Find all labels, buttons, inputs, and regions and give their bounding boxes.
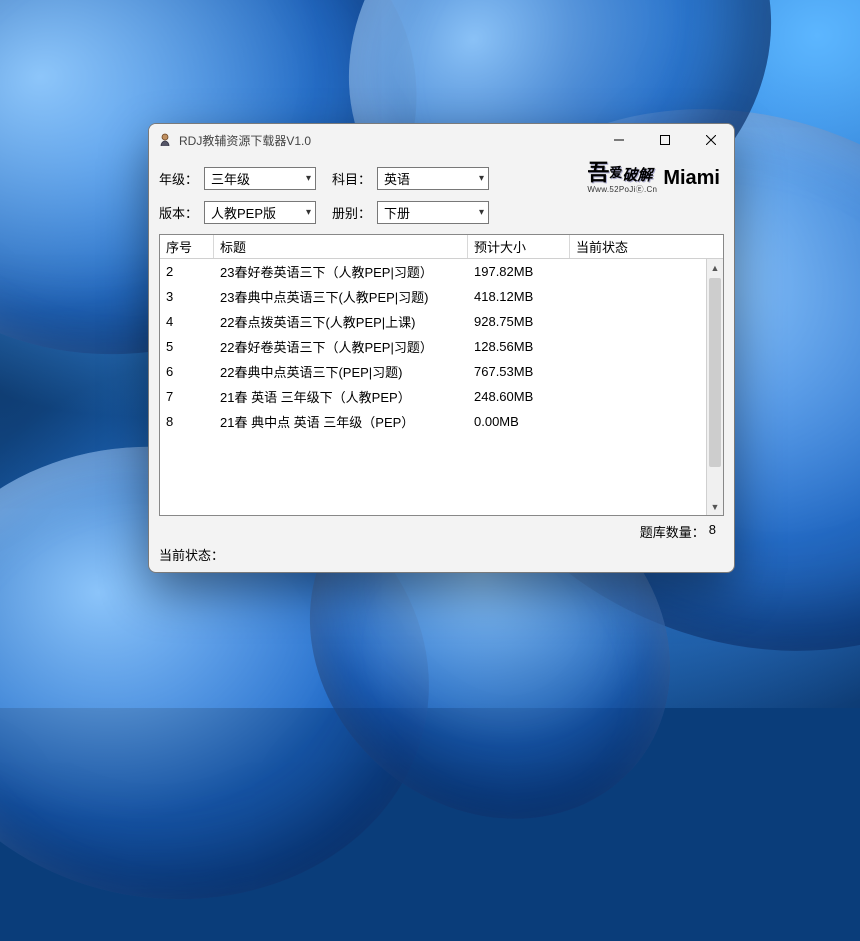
maximize-button[interactable] [642,124,688,156]
count-value: 8 [709,522,716,541]
count-label: 题库数量： [640,522,705,541]
volume-label: 册别： [332,203,371,222]
scroll-track[interactable] [707,276,723,498]
app-window: RDJ教辅资源下载器V1.0 年级： 三年级 ▾ 科目： 英语 ▾ [148,123,735,573]
volume-value: 下册 [384,203,475,222]
cell-size: 767.53MB [468,364,570,379]
cell-title: 22春好卷英语三下（人教PEP|习题） [214,337,468,356]
vertical-scrollbar[interactable]: ▲ ▼ [706,259,723,515]
col-state[interactable]: 当前状态 [570,235,698,258]
chevron-down-icon: ▾ [479,207,484,218]
scroll-up-icon[interactable]: ▲ [707,259,723,276]
cell-num: 6 [160,364,214,379]
col-size[interactable]: 预计大小 [468,235,570,258]
table-row[interactable]: 323春典中点英语三下(人教PEP|习题)418.12MB [160,284,723,309]
cell-num: 4 [160,314,214,329]
cell-title: 21春 英语 三年级下（人教PEP） [214,387,468,406]
grade-value: 三年级 [211,169,302,188]
status-label: 当前状态： [159,545,224,564]
grade-select[interactable]: 三年级 ▾ [204,167,316,190]
minimize-icon [614,135,624,145]
cell-num: 8 [160,414,214,429]
cell-size: 418.12MB [468,289,570,304]
client-area: 年级： 三年级 ▾ 科目： 英语 ▾ 吾爱破解 Www.52PoJiⒺ.Cn M… [149,156,734,572]
app-icon [157,132,173,148]
filter-row-2: 版本： 人教PEP版 ▾ 册别： 下册 ▾ [159,201,724,224]
cell-size: 248.60MB [468,389,570,404]
cell-size: 0.00MB [468,414,570,429]
cell-num: 7 [160,389,214,404]
chevron-down-icon: ▾ [306,207,311,218]
edition-value: 人教PEP版 [211,203,302,222]
subject-select[interactable]: 英语 ▾ [377,167,489,190]
cell-title: 23春典中点英语三下(人教PEP|习题) [214,287,468,306]
maximize-icon [660,135,670,145]
brand-name: Miami [663,167,720,190]
window-title: RDJ教辅资源下载器V1.0 [179,132,596,149]
cell-title: 23春好卷英语三下（人教PEP|习题） [214,262,468,281]
brand-area: 吾爱破解 Www.52PoJiⒺ.Cn Miami [495,162,724,195]
minimize-button[interactable] [596,124,642,156]
window-controls [596,124,734,156]
col-title[interactable]: 标题 [214,235,468,258]
scroll-thumb[interactable] [709,278,721,467]
scroll-down-icon[interactable]: ▼ [707,498,723,515]
results-table: 序号 标题 预计大小 当前状态 223春好卷英语三下（人教PEP|习题）197.… [159,234,724,516]
grade-label: 年级： [159,169,198,188]
table-row[interactable]: 522春好卷英语三下（人教PEP|习题）128.56MB [160,334,723,359]
table-row[interactable]: 622春典中点英语三下(PEP|习题)767.53MB [160,359,723,384]
cell-size: 197.82MB [468,264,570,279]
table-body: 223春好卷英语三下（人教PEP|习题）197.82MB323春典中点英语三下(… [160,259,723,515]
table-header: 序号 标题 预计大小 当前状态 [160,235,723,259]
cell-title: 22春点拨英语三下(人教PEP|上课) [214,312,468,331]
chevron-down-icon: ▾ [479,173,484,184]
titlebar[interactable]: RDJ教辅资源下载器V1.0 [149,124,734,156]
subject-value: 英语 [384,169,475,188]
cell-title: 22春典中点英语三下(PEP|习题) [214,362,468,381]
subject-label: 科目： [332,169,371,188]
table-row[interactable]: 223春好卷英语三下（人教PEP|习题）197.82MB [160,259,723,284]
cell-size: 128.56MB [468,339,570,354]
table-row[interactable]: 721春 英语 三年级下（人教PEP）248.60MB [160,384,723,409]
col-num[interactable]: 序号 [160,235,214,258]
cell-size: 928.75MB [468,314,570,329]
close-button[interactable] [688,124,734,156]
cell-num: 2 [160,264,214,279]
footer-row: 题库数量： 8 [159,516,724,543]
close-icon [706,135,716,145]
status-row: 当前状态： [159,543,724,564]
brand-sub: Www.52PoJiⒺ.Cn [587,184,657,195]
table-row[interactable]: 821春 典中点 英语 三年级（PEP）0.00MB [160,409,723,434]
chevron-down-icon: ▾ [306,173,311,184]
table-row[interactable]: 422春点拨英语三下(人教PEP|上课)928.75MB [160,309,723,334]
cell-num: 5 [160,339,214,354]
volume-select[interactable]: 下册 ▾ [377,201,489,224]
brand-logo: 吾爱破解 Www.52PoJiⒺ.Cn [587,162,657,195]
cell-num: 3 [160,289,214,304]
cell-title: 21春 典中点 英语 三年级（PEP） [214,412,468,431]
edition-label: 版本： [159,203,198,222]
edition-select[interactable]: 人教PEP版 ▾ [204,201,316,224]
filter-row-1: 年级： 三年级 ▾ 科目： 英语 ▾ 吾爱破解 Www.52PoJiⒺ.Cn M… [159,162,724,195]
